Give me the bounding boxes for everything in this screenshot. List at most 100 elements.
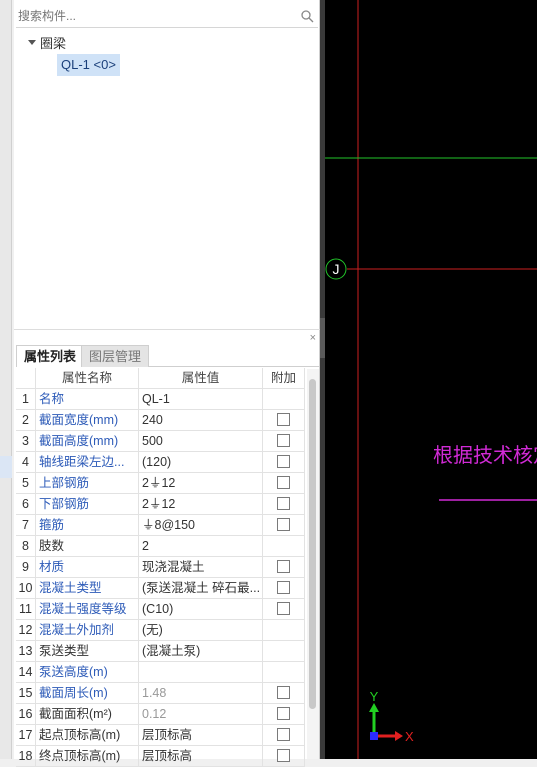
property-row[interactable]: 10 混凝土类型 (泵送混凝土 碎石最...: [16, 578, 305, 599]
property-extra: [263, 620, 305, 641]
panel-close-bar: ×: [14, 332, 320, 344]
property-row[interactable]: 8 肢数 2: [16, 536, 305, 557]
property-extra: [263, 683, 305, 704]
property-value[interactable]: 240: [139, 410, 263, 431]
row-number: 4: [16, 452, 36, 473]
property-value[interactable]: (C10): [139, 599, 263, 620]
property-extra: [263, 389, 305, 410]
property-row[interactable]: 9 材质 现浇混凝土: [16, 557, 305, 578]
property-value[interactable]: [139, 662, 263, 683]
property-name: 泵送高度(m): [36, 662, 139, 683]
property-value[interactable]: 层顶标高: [139, 746, 263, 767]
property-name: 混凝土类型: [36, 578, 139, 599]
tab-layer-management[interactable]: 图层管理: [81, 345, 150, 367]
property-row[interactable]: 18 终点顶标高(m) 层顶标高: [16, 746, 305, 767]
property-value[interactable]: 层顶标高: [139, 725, 263, 746]
property-value[interactable]: QL-1: [139, 389, 263, 410]
row-number: 7: [16, 515, 36, 536]
property-row[interactable]: 4 轴线距梁左边... (120): [16, 452, 305, 473]
property-value[interactable]: (120): [139, 452, 263, 473]
extra-checkbox[interactable]: [277, 686, 290, 700]
coord-y-label: Y: [370, 689, 379, 704]
extra-checkbox[interactable]: [277, 497, 290, 511]
property-row[interactable]: 16 截面面积(m²) 0.12: [16, 704, 305, 725]
extra-checkbox[interactable]: [277, 518, 290, 532]
property-row[interactable]: 11 混凝土强度等级 (C10): [16, 599, 305, 620]
property-row[interactable]: 2 截面宽度(mm) 240: [16, 410, 305, 431]
property-grid: 属性名称 属性值 附加 1 名称 QL-1 2 截面宽度(mm) 240 3 截面高度(mm)…: [16, 368, 305, 767]
extra-checkbox[interactable]: [277, 707, 290, 721]
property-extra: [263, 557, 305, 578]
extra-checkbox[interactable]: [277, 581, 290, 595]
coord-y-arrow-icon: [369, 703, 379, 712]
property-value[interactable]: (泵送混凝土 碎石最...: [139, 578, 263, 599]
close-icon[interactable]: ×: [310, 332, 316, 344]
property-row[interactable]: 12 混凝土外加剂 (无): [16, 620, 305, 641]
property-value[interactable]: 现浇混凝土: [139, 557, 263, 578]
extra-checkbox[interactable]: [277, 413, 290, 427]
row-number: 11: [16, 599, 36, 620]
property-row[interactable]: 14 泵送高度(m): [16, 662, 305, 683]
tree-group-ring-beam[interactable]: 圈梁: [28, 32, 66, 52]
property-row[interactable]: 17 起点顶标高(m) 层顶标高: [16, 725, 305, 746]
component-panel: 圈梁 QL-1 <0> × 属性列表 图层管理 属性名称 属性值 附加 1名称Q…: [14, 0, 320, 767]
property-row[interactable]: 15 截面周长(m) 1.48: [16, 683, 305, 704]
row-number: 3: [16, 431, 36, 452]
property-value[interactable]: 2⏚12: [139, 473, 263, 494]
search-icon[interactable]: [300, 9, 314, 23]
property-value[interactable]: 500: [139, 431, 263, 452]
tab-property-list[interactable]: 属性列表: [16, 345, 85, 367]
property-value[interactable]: 1.48: [139, 683, 263, 704]
search-input[interactable]: [18, 7, 288, 25]
property-extra: [263, 578, 305, 599]
property-extra: [263, 452, 305, 473]
header-extra: 附加: [263, 368, 305, 389]
property-extra: [263, 410, 305, 431]
extra-checkbox[interactable]: [277, 602, 290, 616]
left-strip-selected[interactable]: [0, 456, 12, 478]
coord-origin-icon: [370, 732, 378, 740]
row-number: 5: [16, 473, 36, 494]
property-tabs: 属性列表 图层管理: [16, 345, 320, 367]
property-row[interactable]: 3 截面高度(mm) 500: [16, 431, 305, 452]
property-value[interactable]: (无): [139, 620, 263, 641]
property-value[interactable]: ⏚8@150: [139, 515, 263, 536]
expand-arrow-icon[interactable]: [28, 39, 36, 45]
annotation-text[interactable]: 根据技术核定单: [433, 443, 537, 467]
property-value[interactable]: (混凝土泵): [139, 641, 263, 662]
property-extra: [263, 704, 305, 725]
property-extra: [263, 473, 305, 494]
property-extra: [263, 515, 305, 536]
property-value[interactable]: 0.12: [139, 704, 263, 725]
property-row[interactable]: 5 上部钢筋 2⏚12: [16, 473, 305, 494]
property-extra: [263, 536, 305, 557]
extra-checkbox[interactable]: [277, 476, 290, 490]
property-extra: [263, 725, 305, 746]
property-value[interactable]: 2⏚12: [139, 494, 263, 515]
extra-checkbox[interactable]: [277, 455, 290, 469]
property-row[interactable]: 7 箍筋 ⏚8@150: [16, 515, 305, 536]
property-extra: [263, 599, 305, 620]
row-number: 9: [16, 557, 36, 578]
property-row[interactable]: 6 下部钢筋 2⏚12: [16, 494, 305, 515]
property-name: 肢数: [36, 536, 139, 557]
extra-checkbox[interactable]: [277, 434, 290, 448]
extra-checkbox[interactable]: [277, 728, 290, 742]
extra-checkbox[interactable]: [277, 749, 290, 763]
drawing-canvas[interactable]: J 根据技术核定单 Y X: [325, 0, 537, 759]
grid-header: 属性名称 属性值 附加: [16, 368, 305, 389]
scrollbar-thumb[interactable]: [309, 379, 316, 709]
grid-scrollbar[interactable]: [307, 369, 319, 759]
property-name: 截面宽度(mm): [36, 410, 139, 431]
property-name: 混凝土外加剂: [36, 620, 139, 641]
row-number: 1: [16, 389, 36, 410]
property-extra: [263, 662, 305, 683]
row-number: 15: [16, 683, 36, 704]
property-row[interactable]: 1 名称 QL-1: [16, 389, 305, 410]
extra-checkbox[interactable]: [277, 560, 290, 574]
property-name: 截面高度(mm): [36, 431, 139, 452]
property-row[interactable]: 13 泵送类型 (混凝土泵): [16, 641, 305, 662]
property-value[interactable]: 2: [139, 536, 263, 557]
property-name: 箍筋: [36, 515, 139, 536]
tree-item-ql1[interactable]: QL-1 <0>: [57, 54, 120, 76]
